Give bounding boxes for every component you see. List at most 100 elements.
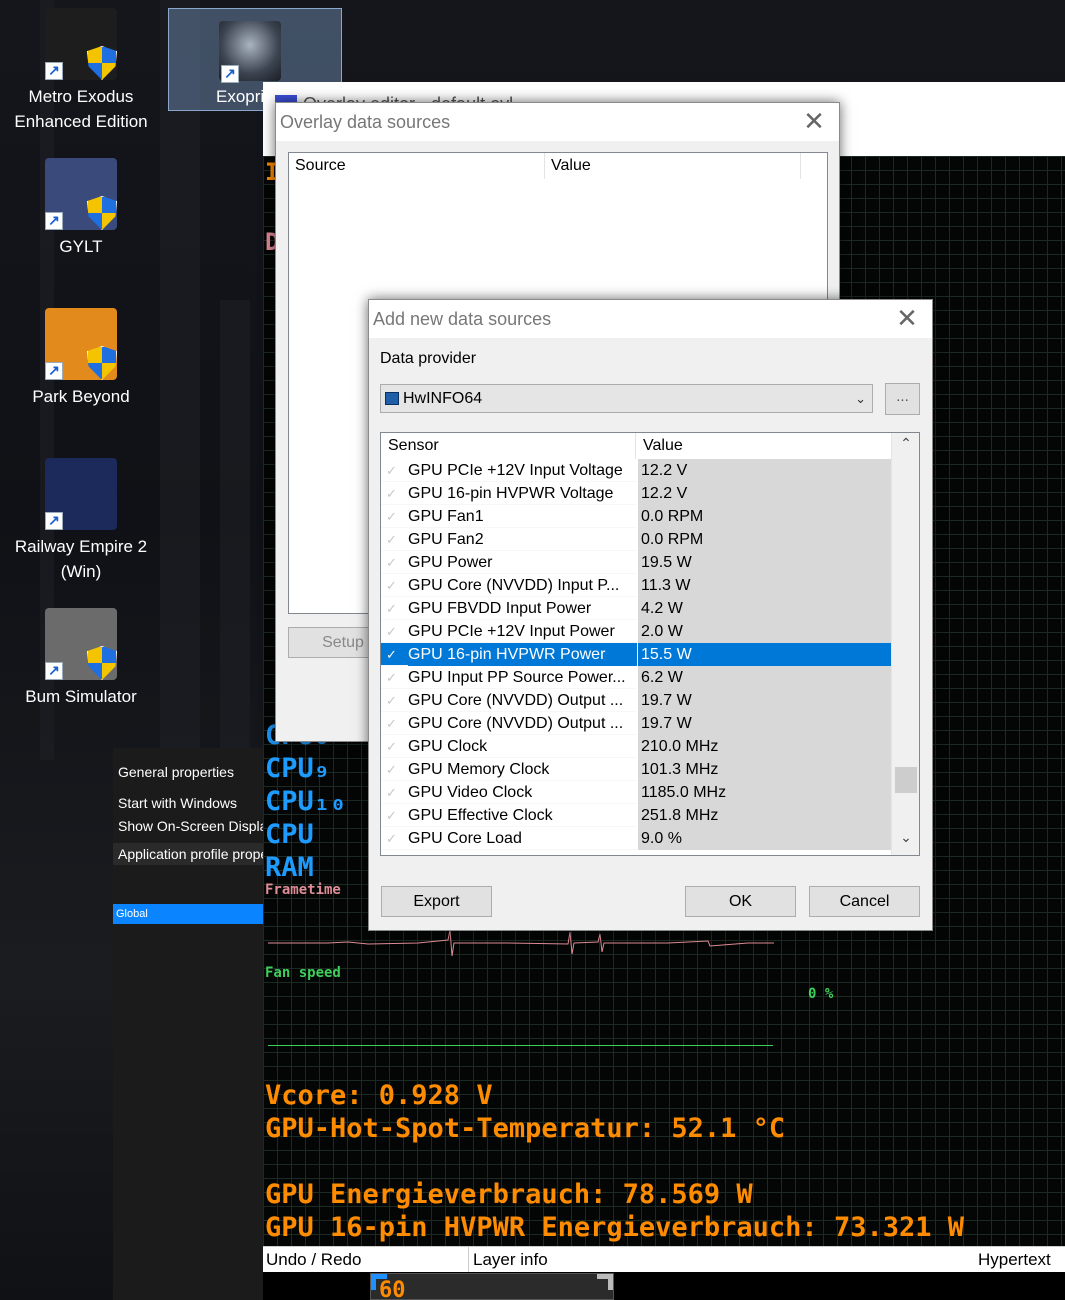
check-icon[interactable]: ✓	[386, 712, 404, 735]
sensor-name: GPU FBVDD Input Power	[408, 600, 592, 617]
check-icon[interactable]: ✓	[386, 781, 404, 804]
sensor-row[interactable]: ✓ GPU Fan1 0.0 RPM	[381, 505, 892, 528]
sensor-name: GPU Clock	[408, 738, 488, 755]
data-provider-label: Data provider	[380, 350, 477, 367]
check-icon[interactable]: ✓	[386, 459, 404, 482]
check-icon[interactable]: ✓	[386, 528, 404, 551]
settings-panel: General properties Start with Windows Sh…	[113, 748, 263, 1300]
provider-settings-button[interactable]: ...	[885, 383, 920, 415]
sensor-row[interactable]: ✓ GPU Power 19.5 W	[381, 551, 892, 574]
sensor-row[interactable]: ✓ GPU 16-pin HVPWR Voltage 12.2 V	[381, 482, 892, 505]
sensor-value: 12.2 V	[637, 459, 892, 482]
sensor-value: 15.5 W	[637, 643, 892, 666]
sensor-row[interactable]: ✓ GPU FBVDD Input Power 4.2 W	[381, 597, 892, 620]
check-icon[interactable]: ✓	[386, 804, 404, 827]
desktop-icon[interactable]: ↗ GYLT	[1, 158, 161, 259]
sensor-value: 0.0 RPM	[637, 505, 892, 528]
sensor-name: GPU Memory Clock	[408, 761, 550, 778]
sensor-row[interactable]: ✓ GPU 16-pin HVPWR Power 15.5 W	[381, 643, 892, 666]
sensor-row[interactable]: ✓ GPU Core (NVVDD) Output ... 19.7 W	[381, 712, 892, 735]
desktop-icon[interactable]: ↗ Railway Empire 2 (Win)	[1, 458, 161, 584]
sensor-value: 9.0 %	[637, 827, 892, 850]
sensor-value: 2.0 W	[637, 620, 892, 643]
show-osd-option[interactable]: Show On-Screen Display	[118, 818, 263, 834]
check-icon[interactable]: ✓	[386, 689, 404, 712]
application-profile-header[interactable]: Application profile properties	[118, 846, 263, 862]
check-icon[interactable]: ✓	[386, 758, 404, 781]
overlay-hotspot: GPU-Hot-Spot-Temperatur: 52.1 °C	[265, 1113, 786, 1144]
table-scrollbar[interactable]: ⌃ ⌄	[891, 433, 919, 855]
ok-button[interactable]: OK	[685, 886, 796, 917]
check-icon[interactable]: ✓	[386, 643, 404, 666]
sensor-row[interactable]: ✓ GPU Clock 210.0 MHz	[381, 735, 892, 758]
check-icon[interactable]: ✓	[386, 482, 404, 505]
scroll-down-icon[interactable]: ⌄	[892, 829, 919, 853]
close-icon[interactable]: ✕	[799, 103, 829, 141]
overlay-cpu9: CPU₉	[265, 753, 331, 784]
overlay-vcore: Vcore: 0.928 V	[265, 1080, 493, 1111]
sensor-name: GPU Effective Clock	[408, 807, 553, 824]
game-icon: ↗	[45, 608, 117, 680]
start-with-windows-option[interactable]: Start with Windows	[118, 795, 263, 811]
uac-shield-icon	[87, 346, 117, 380]
check-icon[interactable]: ✓	[386, 505, 404, 528]
shortcut-arrow-icon: ↗	[45, 362, 63, 380]
sensor-name: GPU Video Clock	[408, 784, 533, 801]
check-icon[interactable]: ✓	[386, 597, 404, 620]
sensor-row[interactable]: ✓ GPU Video Clock 1185.0 MHz	[381, 781, 892, 804]
scroll-up-icon[interactable]: ⌃	[892, 435, 919, 459]
column-header-value[interactable]: Value	[636, 433, 891, 459]
check-icon[interactable]: ✓	[386, 551, 404, 574]
sensor-row[interactable]: ✓ GPU PCIe +12V Input Voltage 12.2 V	[381, 459, 892, 482]
check-icon[interactable]: ✓	[386, 574, 404, 597]
overlay-cpu-total: CPU	[265, 819, 314, 850]
sensor-value: 19.7 W	[637, 689, 892, 712]
check-icon[interactable]: ✓	[386, 735, 404, 758]
cancel-button[interactable]: Cancel	[809, 886, 920, 917]
column-header-source[interactable]: Source	[289, 153, 545, 179]
overlay-frametime-label: Frametime	[265, 882, 341, 898]
check-icon[interactable]: ✓	[386, 666, 404, 689]
layer-info-label: Layer info	[473, 1250, 548, 1269]
profile-global-item[interactable]: Global	[113, 904, 263, 924]
data-provider-dropdown[interactable]: HwINFO64 ⌄	[380, 384, 873, 413]
selected-provider: HwINFO64	[403, 390, 483, 407]
sensor-name: GPU Fan1	[408, 508, 484, 525]
column-header-value[interactable]: Value	[545, 153, 801, 179]
sensor-table[interactable]: Sensor Value ✓ GPU PCIe +12V Input Voltag…	[380, 432, 920, 856]
scrollbar-thumb[interactable]	[895, 767, 917, 793]
shortcut-arrow-icon: ↗	[45, 512, 63, 530]
sensor-row[interactable]: ✓ GPU Core (NVVDD) Input P... 11.3 W	[381, 574, 892, 597]
check-icon[interactable]: ✓	[386, 620, 404, 643]
add-data-sources-dialog: Add new data sources ✕ Data provider HwI…	[368, 299, 933, 931]
game-icon: ↗	[45, 308, 117, 380]
sensor-name: GPU PCIe +12V Input Power	[408, 623, 615, 640]
uac-shield-icon	[87, 646, 117, 680]
sensor-row[interactable]: ✓ GPU PCIe +12V Input Power 2.0 W	[381, 620, 892, 643]
chevron-down-icon: ⌄	[855, 391, 866, 406]
sensor-row[interactable]: ✓ GPU Core Load 9.0 %	[381, 827, 892, 850]
column-header-sensor[interactable]: Sensor	[381, 433, 636, 459]
sensor-row[interactable]: ✓ GPU Input PP Source Power... 6.2 W	[381, 666, 892, 689]
uac-shield-icon	[87, 196, 117, 230]
sensor-row[interactable]: ✓ GPU Core (NVVDD) Output ... 19.7 W	[381, 689, 892, 712]
desktop-icon[interactable]: ↗ Metro Exodus Enhanced Edition	[1, 8, 161, 134]
sensor-name: GPU Core (NVVDD) Output ...	[408, 715, 624, 732]
desktop-icon[interactable]: ↗ Park Beyond	[1, 308, 161, 409]
check-icon[interactable]: ✓	[386, 827, 404, 850]
close-icon[interactable]: ✕	[892, 300, 922, 338]
desktop-icon-label: Enhanced Edition	[14, 112, 148, 131]
sensor-row[interactable]: ✓ GPU Fan2 0.0 RPM	[381, 528, 892, 551]
general-properties-header[interactable]: General properties	[118, 764, 263, 780]
editor-status-bar: Undo / Redo Layer info Hypertext C	[263, 1246, 1065, 1294]
sensor-name: GPU Core (NVVDD) Output ...	[408, 692, 624, 709]
sensor-row[interactable]: ✓ GPU Memory Clock 101.3 MHz	[381, 758, 892, 781]
desktop-icon[interactable]: ↗ Bum Simulator	[1, 608, 161, 709]
undo-redo-label[interactable]: Undo / Redo	[266, 1247, 361, 1272]
desktop-icon-label: Park Beyond	[32, 387, 130, 406]
sensor-row[interactable]: ✓ GPU Effective Clock 251.8 MHz	[381, 804, 892, 827]
sensor-value: 210.0 MHz	[637, 735, 892, 758]
shortcut-arrow-icon: ↗	[221, 65, 239, 83]
frametime-graph	[268, 929, 774, 957]
export-button[interactable]: Export	[381, 886, 492, 917]
